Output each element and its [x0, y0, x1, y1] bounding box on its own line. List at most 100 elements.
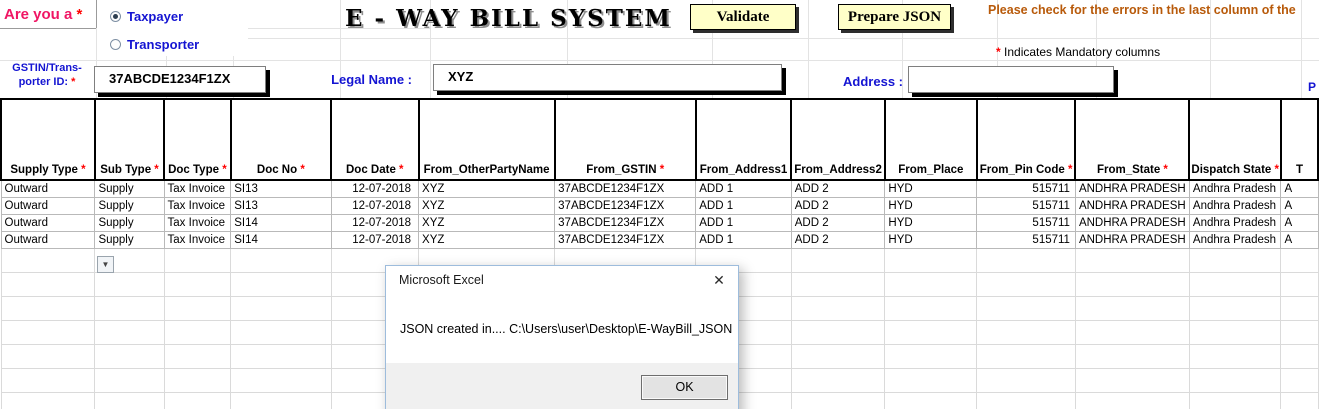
- cell[interactable]: XYZ: [419, 180, 555, 197]
- col-header-doc-type[interactable]: Doc Type *: [164, 99, 231, 180]
- empty-cell[interactable]: [164, 296, 231, 320]
- cell[interactable]: Supply: [95, 180, 164, 197]
- cell[interactable]: 37ABCDE1234F1ZX: [555, 197, 696, 214]
- empty-cell[interactable]: [1281, 320, 1318, 344]
- cell[interactable]: Outward: [1, 231, 95, 248]
- cell[interactable]: ADD 2: [791, 180, 885, 197]
- cell[interactable]: Supply: [95, 231, 164, 248]
- cell[interactable]: 12-07-2018: [331, 214, 419, 231]
- cell[interactable]: Outward: [1, 197, 95, 214]
- cell[interactable]: 37ABCDE1234F1ZX: [555, 231, 696, 248]
- cell[interactable]: 12-07-2018: [331, 231, 419, 248]
- cell[interactable]: 515711: [977, 180, 1076, 197]
- empty-cell[interactable]: [231, 344, 331, 368]
- cell[interactable]: SI14: [231, 214, 331, 231]
- cell[interactable]: ANDHRA PRADESH: [1075, 180, 1189, 197]
- empty-cell[interactable]: [977, 272, 1076, 296]
- cell[interactable]: ADD 2: [791, 214, 885, 231]
- cell[interactable]: 515711: [977, 214, 1076, 231]
- cell[interactable]: XYZ: [419, 214, 555, 231]
- col-header-supply-type[interactable]: Supply Type *: [1, 99, 95, 180]
- cell[interactable]: XYZ: [419, 197, 555, 214]
- empty-cell[interactable]: [1281, 392, 1318, 409]
- prepare-json-button[interactable]: Prepare JSON: [838, 4, 951, 30]
- empty-cell[interactable]: [1, 368, 95, 392]
- cell[interactable]: 515711: [977, 197, 1076, 214]
- cell[interactable]: HYD: [885, 197, 977, 214]
- col-header-from-address1[interactable]: From_Address1: [696, 99, 791, 180]
- col-header-clipped[interactable]: T: [1281, 99, 1318, 180]
- cell[interactable]: Supply: [95, 197, 164, 214]
- cell[interactable]: XYZ: [419, 231, 555, 248]
- empty-cell[interactable]: [164, 248, 231, 272]
- empty-cell[interactable]: [885, 320, 977, 344]
- empty-cell[interactable]: [95, 344, 164, 368]
- empty-cell[interactable]: [791, 272, 885, 296]
- cell[interactable]: Tax Invoice: [164, 231, 231, 248]
- empty-cell[interactable]: [885, 344, 977, 368]
- col-header-sub-type[interactable]: Sub Type *: [95, 99, 164, 180]
- cell[interactable]: 37ABCDE1234F1ZX: [555, 180, 696, 197]
- empty-cell[interactable]: [1075, 392, 1189, 409]
- empty-cell[interactable]: [791, 320, 885, 344]
- cell[interactable]: Andhra Pradesh: [1189, 231, 1281, 248]
- cell[interactable]: A: [1281, 180, 1318, 197]
- empty-cell[interactable]: [885, 248, 977, 272]
- empty-cell[interactable]: [1075, 248, 1189, 272]
- empty-cell[interactable]: [1, 296, 95, 320]
- empty-cell[interactable]: [885, 368, 977, 392]
- cell[interactable]: Andhra Pradesh: [1189, 197, 1281, 214]
- empty-cell[interactable]: [1189, 368, 1281, 392]
- empty-cell[interactable]: [1, 320, 95, 344]
- empty-cell[interactable]: [1, 392, 95, 409]
- cell[interactable]: ADD 1: [696, 231, 791, 248]
- col-header-doc-date[interactable]: Doc Date *: [331, 99, 419, 180]
- cell[interactable]: Outward: [1, 214, 95, 231]
- col-header-from-otherpartyname[interactable]: From_OtherPartyName: [419, 99, 555, 180]
- cell[interactable]: SI14: [231, 231, 331, 248]
- empty-cell[interactable]: [1075, 344, 1189, 368]
- cell[interactable]: Andhra Pradesh: [1189, 180, 1281, 197]
- col-header-from-gstin[interactable]: From_GSTIN *: [555, 99, 696, 180]
- empty-cell[interactable]: [977, 344, 1076, 368]
- empty-cell[interactable]: [231, 248, 331, 272]
- empty-cell[interactable]: [164, 320, 231, 344]
- empty-cell[interactable]: [95, 272, 164, 296]
- empty-cell[interactable]: [791, 344, 885, 368]
- cell[interactable]: A: [1281, 231, 1318, 248]
- empty-cell[interactable]: [977, 320, 1076, 344]
- empty-cell[interactable]: [95, 296, 164, 320]
- cell[interactable]: ADD 1: [696, 180, 791, 197]
- cell[interactable]: Tax Invoice: [164, 214, 231, 231]
- empty-cell[interactable]: [885, 392, 977, 409]
- col-header-doc-no[interactable]: Doc No *: [231, 99, 331, 180]
- cell[interactable]: 37ABCDE1234F1ZX: [555, 214, 696, 231]
- empty-cell[interactable]: [1, 272, 95, 296]
- empty-cell[interactable]: [1, 344, 95, 368]
- empty-cell[interactable]: [1075, 296, 1189, 320]
- empty-cell[interactable]: [977, 368, 1076, 392]
- cell[interactable]: Tax Invoice: [164, 180, 231, 197]
- cell[interactable]: 515711: [977, 231, 1076, 248]
- empty-cell[interactable]: [95, 320, 164, 344]
- empty-cell[interactable]: [231, 296, 331, 320]
- cell[interactable]: HYD: [885, 214, 977, 231]
- close-icon[interactable]: ✕: [706, 270, 732, 290]
- empty-cell[interactable]: [791, 368, 885, 392]
- radio-transporter[interactable]: Transporter: [110, 36, 199, 52]
- cell[interactable]: SI13: [231, 197, 331, 214]
- cell[interactable]: Tax Invoice: [164, 197, 231, 214]
- empty-cell[interactable]: [1281, 272, 1318, 296]
- empty-cell[interactable]: [885, 272, 977, 296]
- legal-name-input[interactable]: XYZ: [433, 64, 782, 91]
- empty-cell[interactable]: [1189, 320, 1281, 344]
- empty-cell[interactable]: [1075, 272, 1189, 296]
- empty-cell[interactable]: [977, 248, 1076, 272]
- col-header-dispatch-state[interactable]: Dispatch State *: [1189, 99, 1281, 180]
- cell[interactable]: ADD 1: [696, 214, 791, 231]
- empty-cell[interactable]: [1189, 296, 1281, 320]
- cell[interactable]: 12-07-2018: [331, 180, 419, 197]
- cell[interactable]: ANDHRA PRADESH: [1075, 197, 1189, 214]
- cell[interactable]: ANDHRA PRADESH: [1075, 231, 1189, 248]
- cell[interactable]: Supply: [95, 214, 164, 231]
